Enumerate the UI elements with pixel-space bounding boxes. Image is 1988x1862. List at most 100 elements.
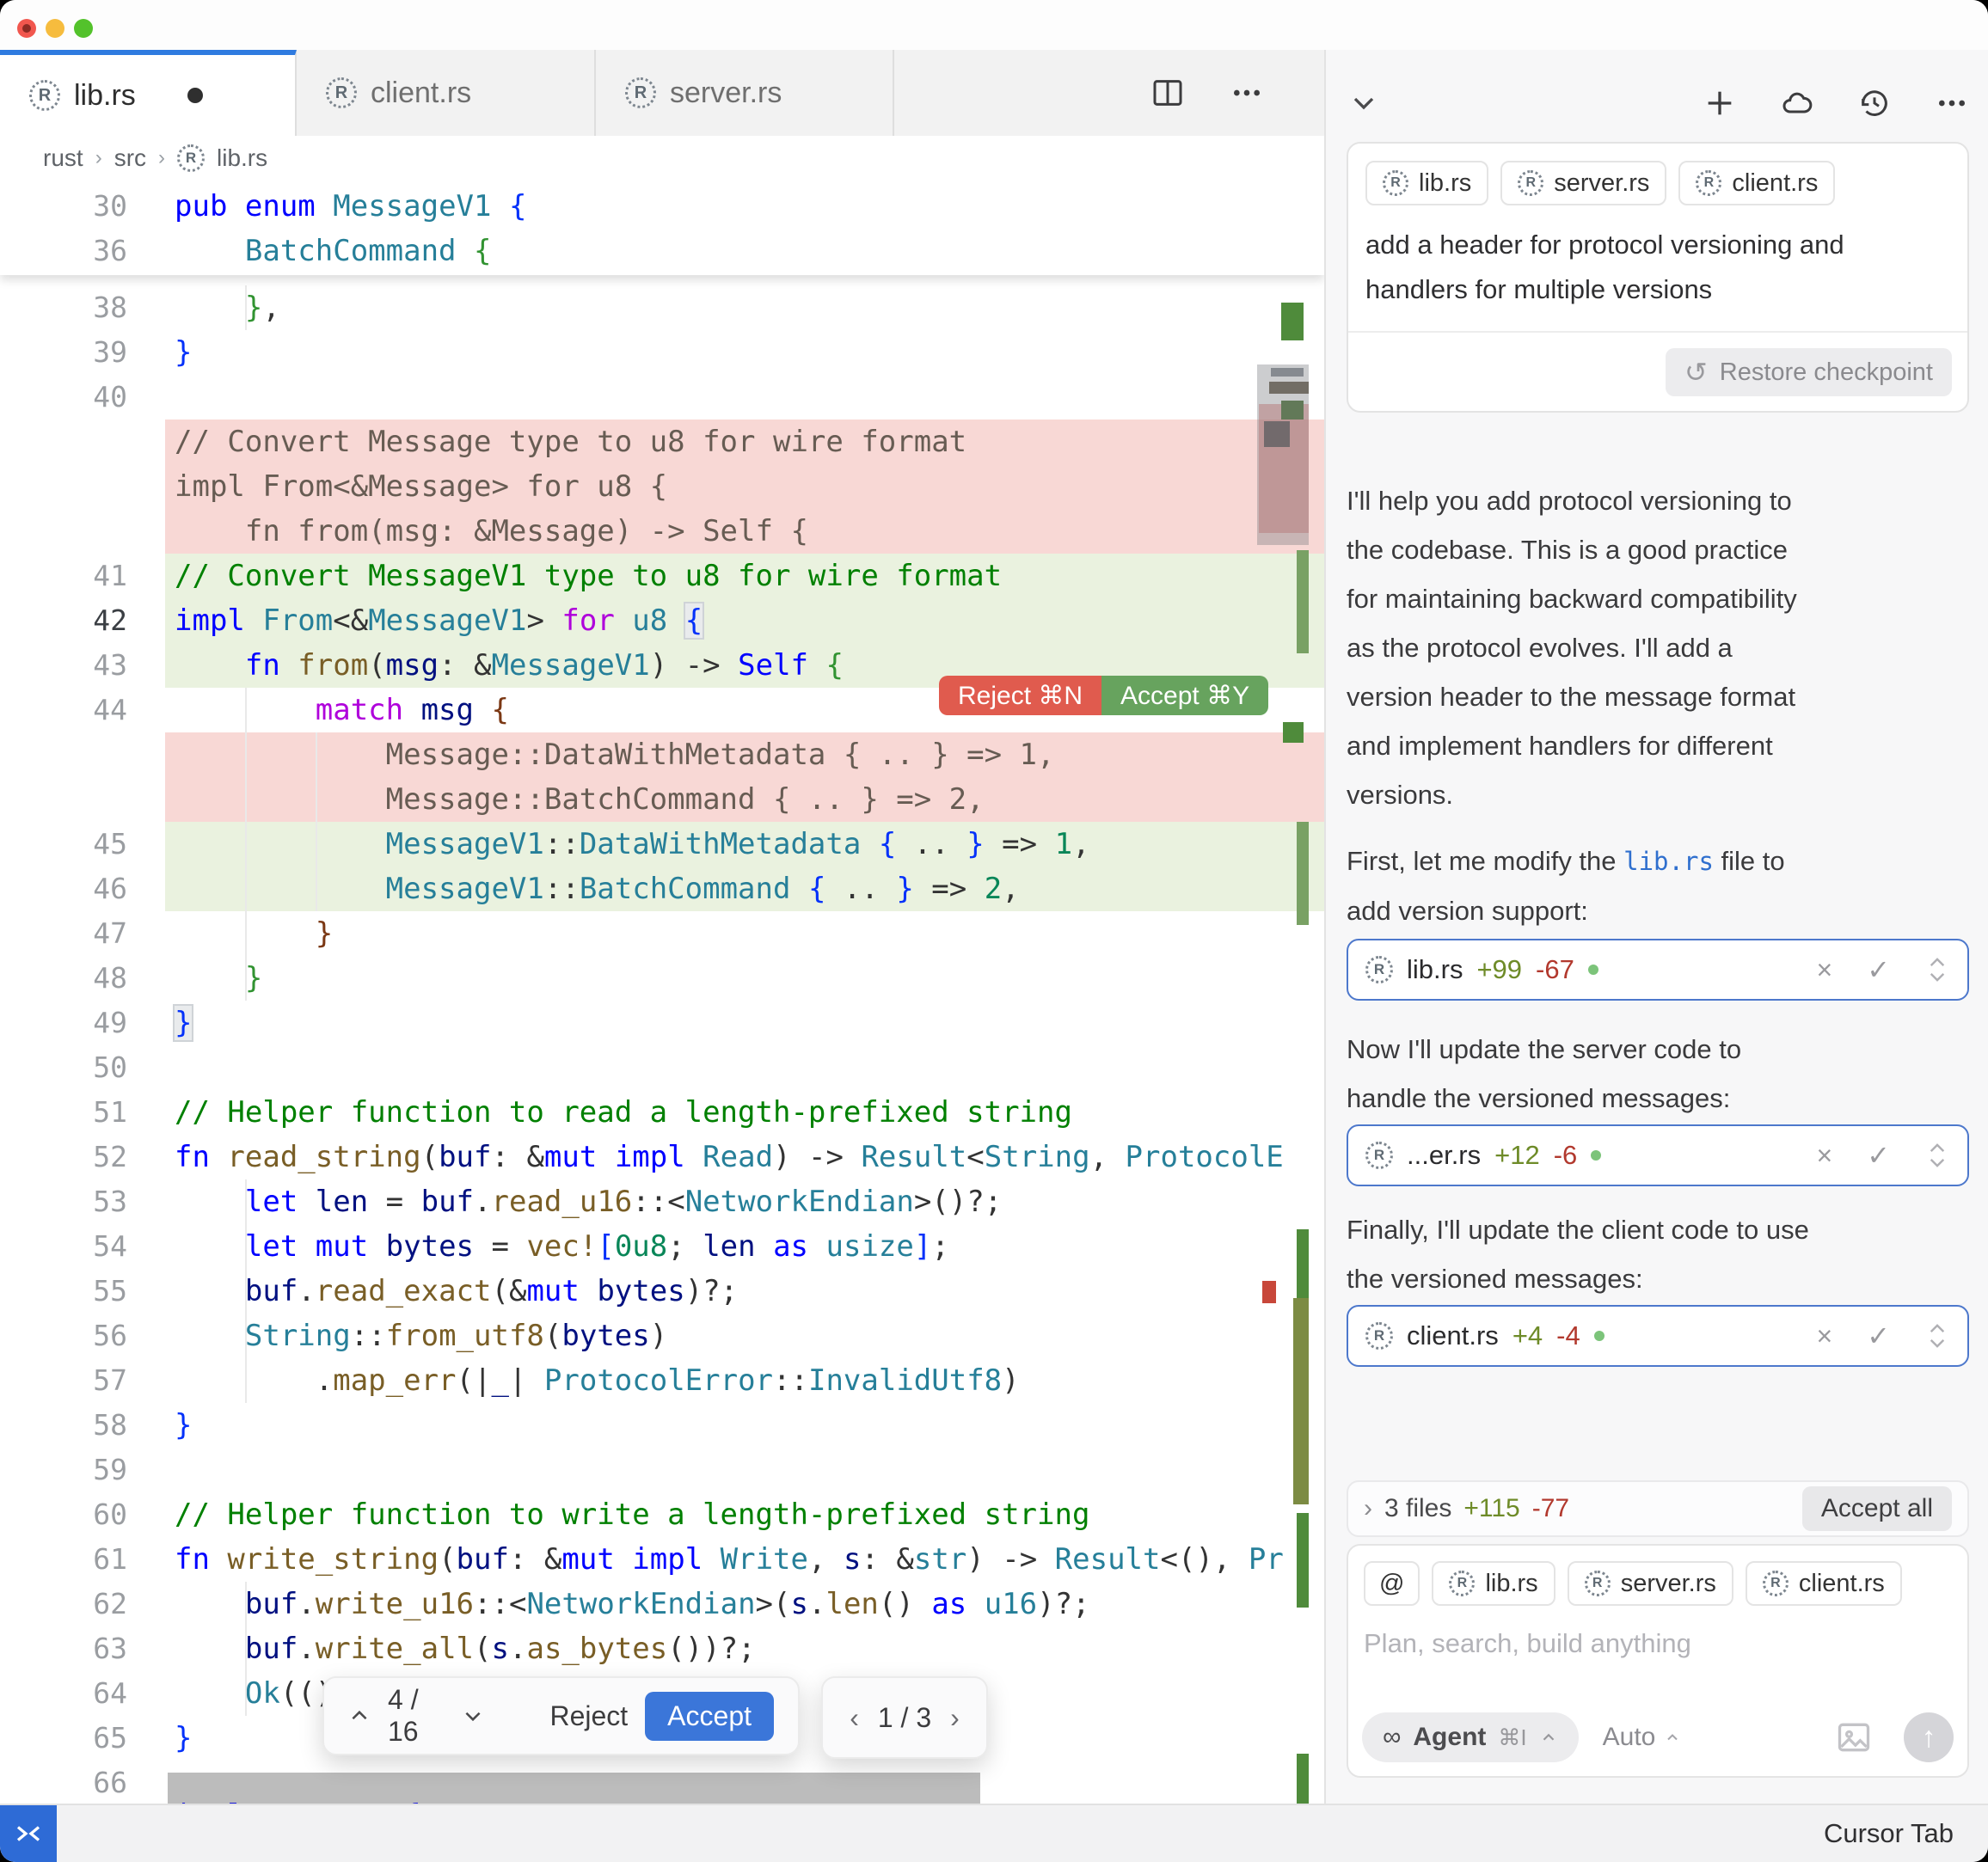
breadcrumb-item[interactable]: rust — [43, 144, 83, 172]
next-file-icon[interactable]: › — [950, 1702, 960, 1734]
code-line[interactable]: Message::DataWithMetadata { .. } => 1, — [0, 732, 1324, 777]
code-line[interactable]: 55 buf.read_exact(&mut bytes)?; — [0, 1269, 1324, 1314]
context-pill-lib[interactable]: Rlib.rs — [1365, 161, 1488, 205]
code-line[interactable]: impl From<&Message> for u8 { — [0, 464, 1324, 509]
input-pill-client[interactable]: Rclient.rs — [1746, 1561, 1902, 1606]
cursor-tab-status[interactable]: Cursor Tab — [1824, 1805, 1954, 1862]
file-change-card-server[interactable]: R ...er.rs +12 -6 × ✓ — [1347, 1124, 1969, 1186]
code-editor[interactable]: 38 },39}40// Convert Message type to u8 … — [0, 181, 1324, 1804]
send-button[interactable]: ↑ — [1904, 1712, 1954, 1762]
code-line[interactable]: 57 .map_err(|_| ProtocolError::InvalidUt… — [0, 1358, 1324, 1403]
expand-icon[interactable] — [1924, 1321, 1950, 1351]
code-line[interactable]: 52fn read_string(buf: &mut impl Read) ->… — [0, 1135, 1324, 1179]
restore-checkpoint-button[interactable]: ↺ Restore checkpoint — [1666, 348, 1952, 396]
sticky-scroll[interactable]: 30pub enum MessageV1 {36 BatchCommand { — [0, 181, 1324, 275]
history-icon[interactable] — [1857, 86, 1892, 120]
expand-icon[interactable] — [1924, 1141, 1950, 1170]
breadcrumb-item[interactable]: src — [114, 144, 146, 172]
line-number: 48 — [0, 956, 127, 1001]
prev-file-icon[interactable]: ‹ — [850, 1702, 859, 1734]
code-line[interactable]: fn from(msg: &Message) -> Self { — [0, 509, 1324, 554]
mention-button[interactable]: @ — [1364, 1561, 1420, 1606]
code-line[interactable]: 53 let len = buf.read_u16::<NetworkEndia… — [0, 1179, 1324, 1224]
check-icon[interactable]: ✓ — [1867, 953, 1890, 986]
removed-count: -4 — [1556, 1320, 1580, 1351]
model-selector[interactable]: Auto — [1603, 1723, 1682, 1752]
code-token: :: — [351, 1319, 386, 1353]
code-token: msg — [386, 648, 439, 683]
split-editor-icon[interactable] — [1150, 76, 1185, 110]
tab-lib-rs[interactable]: R lib.rs — [0, 50, 297, 136]
code-line[interactable]: 49} — [0, 1001, 1324, 1045]
close-window-icon[interactable] — [17, 19, 36, 38]
code-line[interactable]: 56 String::from_utf8(bytes) — [0, 1314, 1324, 1358]
code-line[interactable]: 63 buf.write_all(s.as_bytes())?; — [0, 1626, 1324, 1671]
accept-all-files-button[interactable]: Accept all — [1802, 1486, 1952, 1531]
code-line[interactable]: 36 BatchCommand { — [0, 229, 1324, 273]
code-line[interactable]: 39} — [0, 330, 1324, 375]
tab-client-rs[interactable]: R client.rs — [297, 50, 596, 136]
close-icon[interactable]: × — [1817, 1320, 1833, 1352]
maximize-window-icon[interactable] — [74, 19, 93, 38]
breadcrumb[interactable]: rust › src › R lib.rs — [0, 136, 1324, 181]
minimize-window-icon[interactable] — [46, 19, 64, 38]
context-pill-server[interactable]: Rserver.rs — [1500, 161, 1666, 205]
check-icon[interactable]: ✓ — [1867, 1320, 1890, 1352]
code-line[interactable]: 58} — [0, 1403, 1324, 1448]
code-line[interactable]: 54 let mut bytes = vec![0u8; len as usiz… — [0, 1224, 1324, 1269]
code-line[interactable]: 30pub enum MessageV1 { — [0, 184, 1324, 229]
reject-all-button[interactable]: Reject — [549, 1700, 628, 1732]
close-icon[interactable]: × — [1817, 954, 1833, 986]
code-line[interactable]: 51// Helper function to read a length-pr… — [0, 1090, 1324, 1135]
code-line[interactable]: 47 } — [0, 911, 1324, 956]
scrollbar-thumb[interactable] — [1257, 364, 1309, 545]
file-change-card-lib[interactable]: R lib.rs +99 -67 × ✓ — [1347, 939, 1969, 1001]
input-pill-server[interactable]: Rserver.rs — [1568, 1561, 1733, 1606]
close-icon[interactable]: × — [1817, 1140, 1833, 1172]
accept-hunk-button[interactable]: Accept ⌘Y — [1101, 676, 1268, 715]
code-line[interactable]: Message::BatchCommand { .. } => 2, — [0, 777, 1324, 822]
more-actions-icon[interactable] — [1935, 86, 1969, 120]
code-line[interactable]: 40 — [0, 375, 1324, 420]
context-pill-client[interactable]: Rclient.rs — [1678, 161, 1835, 205]
more-actions-icon[interactable] — [1230, 76, 1264, 110]
panel-toggle-button[interactable] — [0, 1805, 57, 1862]
chevron-right-icon[interactable]: › — [1364, 1494, 1372, 1523]
code-line[interactable]: 38 }, — [0, 285, 1324, 330]
user-message-card[interactable]: Rlib.rs Rserver.rs Rclient.rs add a head… — [1347, 142, 1969, 413]
code-line[interactable]: 48 } — [0, 956, 1324, 1001]
input-pill-lib[interactable]: Rlib.rs — [1432, 1561, 1555, 1606]
code-line[interactable]: 41// Convert MessageV1 type to u8 for wi… — [0, 554, 1324, 598]
reject-hunk-button[interactable]: Reject ⌘N — [939, 676, 1101, 715]
chevron-down-icon[interactable] — [462, 1705, 484, 1727]
code-line[interactable]: 45 MessageV1::DataWithMetadata { .. } =>… — [0, 822, 1324, 867]
chevron-up-icon[interactable] — [348, 1705, 371, 1727]
new-chat-icon[interactable] — [1703, 86, 1737, 120]
chat-input-card[interactable]: @ Rlib.rs Rserver.rs Rclient.rs Plan, se… — [1347, 1544, 1969, 1778]
code-token: } — [175, 1721, 192, 1755]
expand-icon[interactable] — [1924, 955, 1950, 984]
code-line[interactable]: 42impl From<&MessageV1> for u8 { — [0, 598, 1324, 643]
files-summary-bar[interactable]: › 3 files +115 -77 Accept all — [1347, 1480, 1969, 1537]
code-token: { — [474, 234, 491, 268]
breadcrumb-item[interactable]: lib.rs — [217, 144, 267, 172]
attach-image-icon[interactable] — [1835, 1718, 1873, 1756]
tab-server-rs[interactable]: R server.rs — [596, 50, 894, 136]
code-token: . — [474, 1185, 491, 1219]
code-line[interactable]: 59 — [0, 1448, 1324, 1492]
code-line[interactable]: 46 MessageV1::BatchCommand { .. } => 2, — [0, 867, 1324, 911]
file-change-card-client[interactable]: R client.rs +4 -4 × ✓ — [1347, 1305, 1969, 1367]
code-line[interactable]: 62 buf.write_u16::<NetworkEndian>(s.len(… — [0, 1582, 1324, 1626]
code-line[interactable]: 50 — [0, 1045, 1324, 1090]
cloud-icon[interactable] — [1780, 86, 1814, 120]
check-icon[interactable]: ✓ — [1867, 1139, 1890, 1172]
code-line[interactable]: 61fn write_string(buf: &mut impl Write, … — [0, 1537, 1324, 1582]
chat-input-placeholder[interactable]: Plan, search, build anything — [1364, 1628, 1952, 1659]
chevron-down-icon[interactable] — [1347, 86, 1381, 120]
accept-all-button[interactable]: Accept — [645, 1692, 774, 1741]
code-line[interactable]: 60// Helper function to write a length-p… — [0, 1492, 1324, 1537]
line-number: 55 — [0, 1269, 127, 1314]
code-line[interactable]: // Convert Message type to u8 for wire f… — [0, 420, 1324, 464]
status-bar: Cursor Tab — [0, 1804, 1988, 1862]
agent-mode-selector[interactable]: ∞ Agent ⌘I — [1362, 1712, 1579, 1762]
